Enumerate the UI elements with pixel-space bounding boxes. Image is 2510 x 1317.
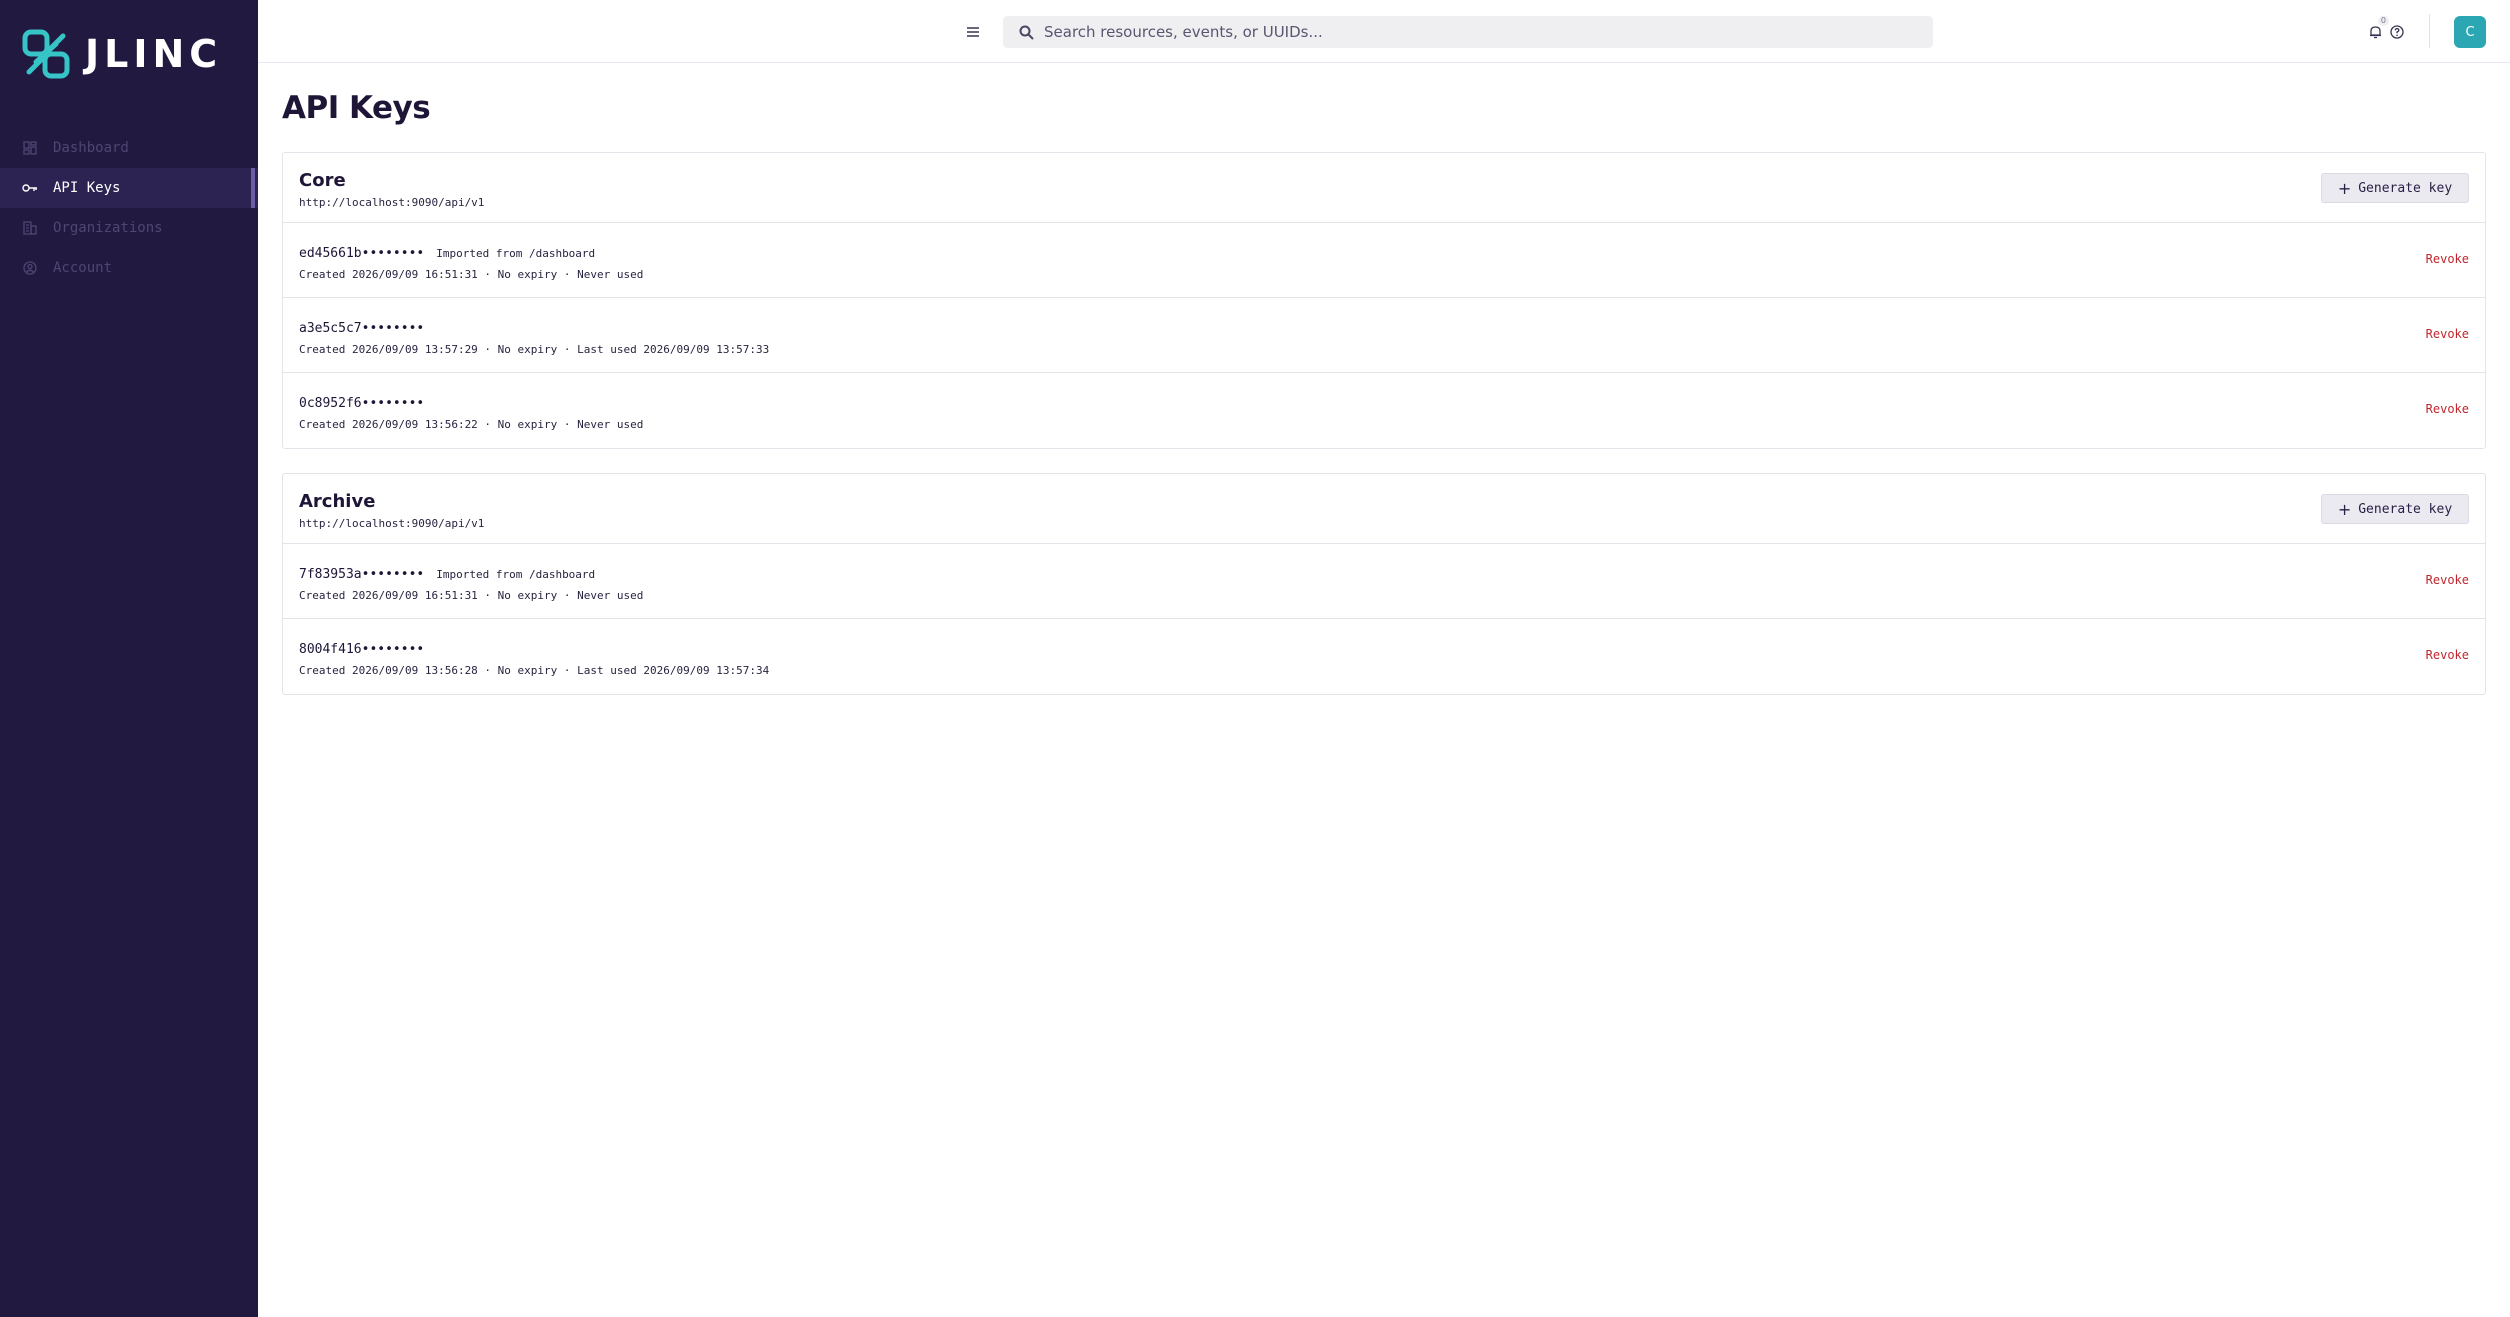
sidebar-item-dashboard[interactable]: Dashboard xyxy=(0,128,258,168)
api-key-meta: Created 2026/09/09 13:56:22 · No expiry … xyxy=(299,418,644,431)
group-title: Core xyxy=(299,170,346,191)
revoke-button[interactable]: Revoke xyxy=(2426,252,2469,266)
page-title: API Keys xyxy=(282,90,431,126)
group-header: Archive http://localhost:9090/api/v1 + G… xyxy=(283,474,2485,544)
sidebar-item-label: Dashboard xyxy=(53,140,129,156)
sidebar-item-api-keys[interactable]: API Keys xyxy=(0,168,258,208)
sidebar-item-organizations[interactable]: Organizations xyxy=(0,208,258,248)
api-key-meta: Created 2026/09/09 13:57:29 · No expiry … xyxy=(299,343,770,356)
group-endpoint-url: http://localhost:9090/api/v1 xyxy=(299,196,485,209)
api-key-meta: Created 2026/09/09 13:56:28 · No expiry … xyxy=(299,664,770,677)
generate-key-label: Generate key xyxy=(2358,501,2453,517)
group-title: Archive xyxy=(299,491,376,512)
help-button[interactable] xyxy=(2385,20,2409,44)
api-key-row: ed45661b•••••••• Imported from /dashboar… xyxy=(283,223,2485,298)
api-key-group-archive: Archive http://localhost:9090/api/v1 + G… xyxy=(282,473,2486,695)
api-key-row: a3e5c5c7•••••••• Created 2026/09/09 13:5… xyxy=(283,298,2485,373)
menu-toggle-button[interactable] xyxy=(961,20,985,44)
revoke-button[interactable]: Revoke xyxy=(2426,327,2469,341)
api-key-row: 8004f416•••••••• Created 2026/09/09 13:5… xyxy=(283,619,2485,694)
notifications-button[interactable]: 0 xyxy=(2363,16,2389,44)
revoke-button[interactable]: Revoke xyxy=(2426,402,2469,416)
sidebar-item-label: API Keys xyxy=(53,180,121,196)
api-key-meta: Created 2026/09/09 16:51:31 · No expiry … xyxy=(299,268,644,281)
revoke-button[interactable]: Revoke xyxy=(2426,573,2469,587)
group-header: Core http://localhost:9090/api/v1 + Gene… xyxy=(283,153,2485,223)
account-icon xyxy=(21,259,39,277)
generate-key-label: Generate key xyxy=(2358,180,2453,196)
group-endpoint-url: http://localhost:9090/api/v1 xyxy=(299,517,485,530)
revoke-button[interactable]: Revoke xyxy=(2426,648,2469,662)
sidebar-item-label: Organizations xyxy=(53,220,163,236)
api-key-meta: Created 2026/09/09 16:51:31 · No expiry … xyxy=(299,589,644,602)
top-header: 0 C xyxy=(258,0,2510,63)
api-key-id: ed45661b•••••••• xyxy=(299,246,425,261)
search-bar[interactable] xyxy=(1003,16,1933,48)
api-key-id: 0c8952f6•••••••• xyxy=(299,396,425,411)
hamburger-icon xyxy=(967,27,979,37)
api-key-id: 7f83953a•••••••• xyxy=(299,567,425,582)
generate-key-button[interactable]: + Generate key xyxy=(2321,173,2469,203)
api-key-id: 8004f416•••••••• xyxy=(299,642,425,657)
sidebar-item-account[interactable]: Account xyxy=(0,248,258,288)
bell-icon xyxy=(2369,26,2381,39)
generate-key-button[interactable]: + Generate key xyxy=(2321,494,2469,524)
api-key-group-core: Core http://localhost:9090/api/v1 + Gene… xyxy=(282,152,2486,449)
api-key-note: Imported from /dashboard xyxy=(436,247,596,260)
search-icon xyxy=(1019,25,1034,40)
brand-name: JLINC xyxy=(85,32,223,76)
user-avatar[interactable]: C xyxy=(2454,16,2486,48)
api-key-id: a3e5c5c7•••••••• xyxy=(299,321,425,336)
help-circle-icon xyxy=(2390,25,2404,39)
sidebar-nav: Dashboard API Keys Organizations Account xyxy=(0,128,258,288)
plus-icon: + xyxy=(2337,499,2352,519)
jlinc-logo-mark-icon xyxy=(22,29,70,79)
key-icon xyxy=(21,179,39,197)
sidebar: JLINC Dashboard API Keys Organizations A… xyxy=(0,0,258,1317)
search-input[interactable] xyxy=(1044,23,1904,41)
jlinc-logo[interactable]: JLINC xyxy=(21,28,222,80)
header-divider xyxy=(2429,14,2430,48)
building-icon xyxy=(21,219,39,237)
sidebar-item-label: Account xyxy=(53,260,113,276)
dashboard-icon xyxy=(21,139,39,157)
plus-icon: + xyxy=(2337,178,2352,198)
api-key-row: 7f83953a•••••••• Imported from /dashboar… xyxy=(283,544,2485,619)
api-key-note: Imported from /dashboard xyxy=(436,568,596,581)
api-key-row: 0c8952f6•••••••• Created 2026/09/09 13:5… xyxy=(283,373,2485,448)
